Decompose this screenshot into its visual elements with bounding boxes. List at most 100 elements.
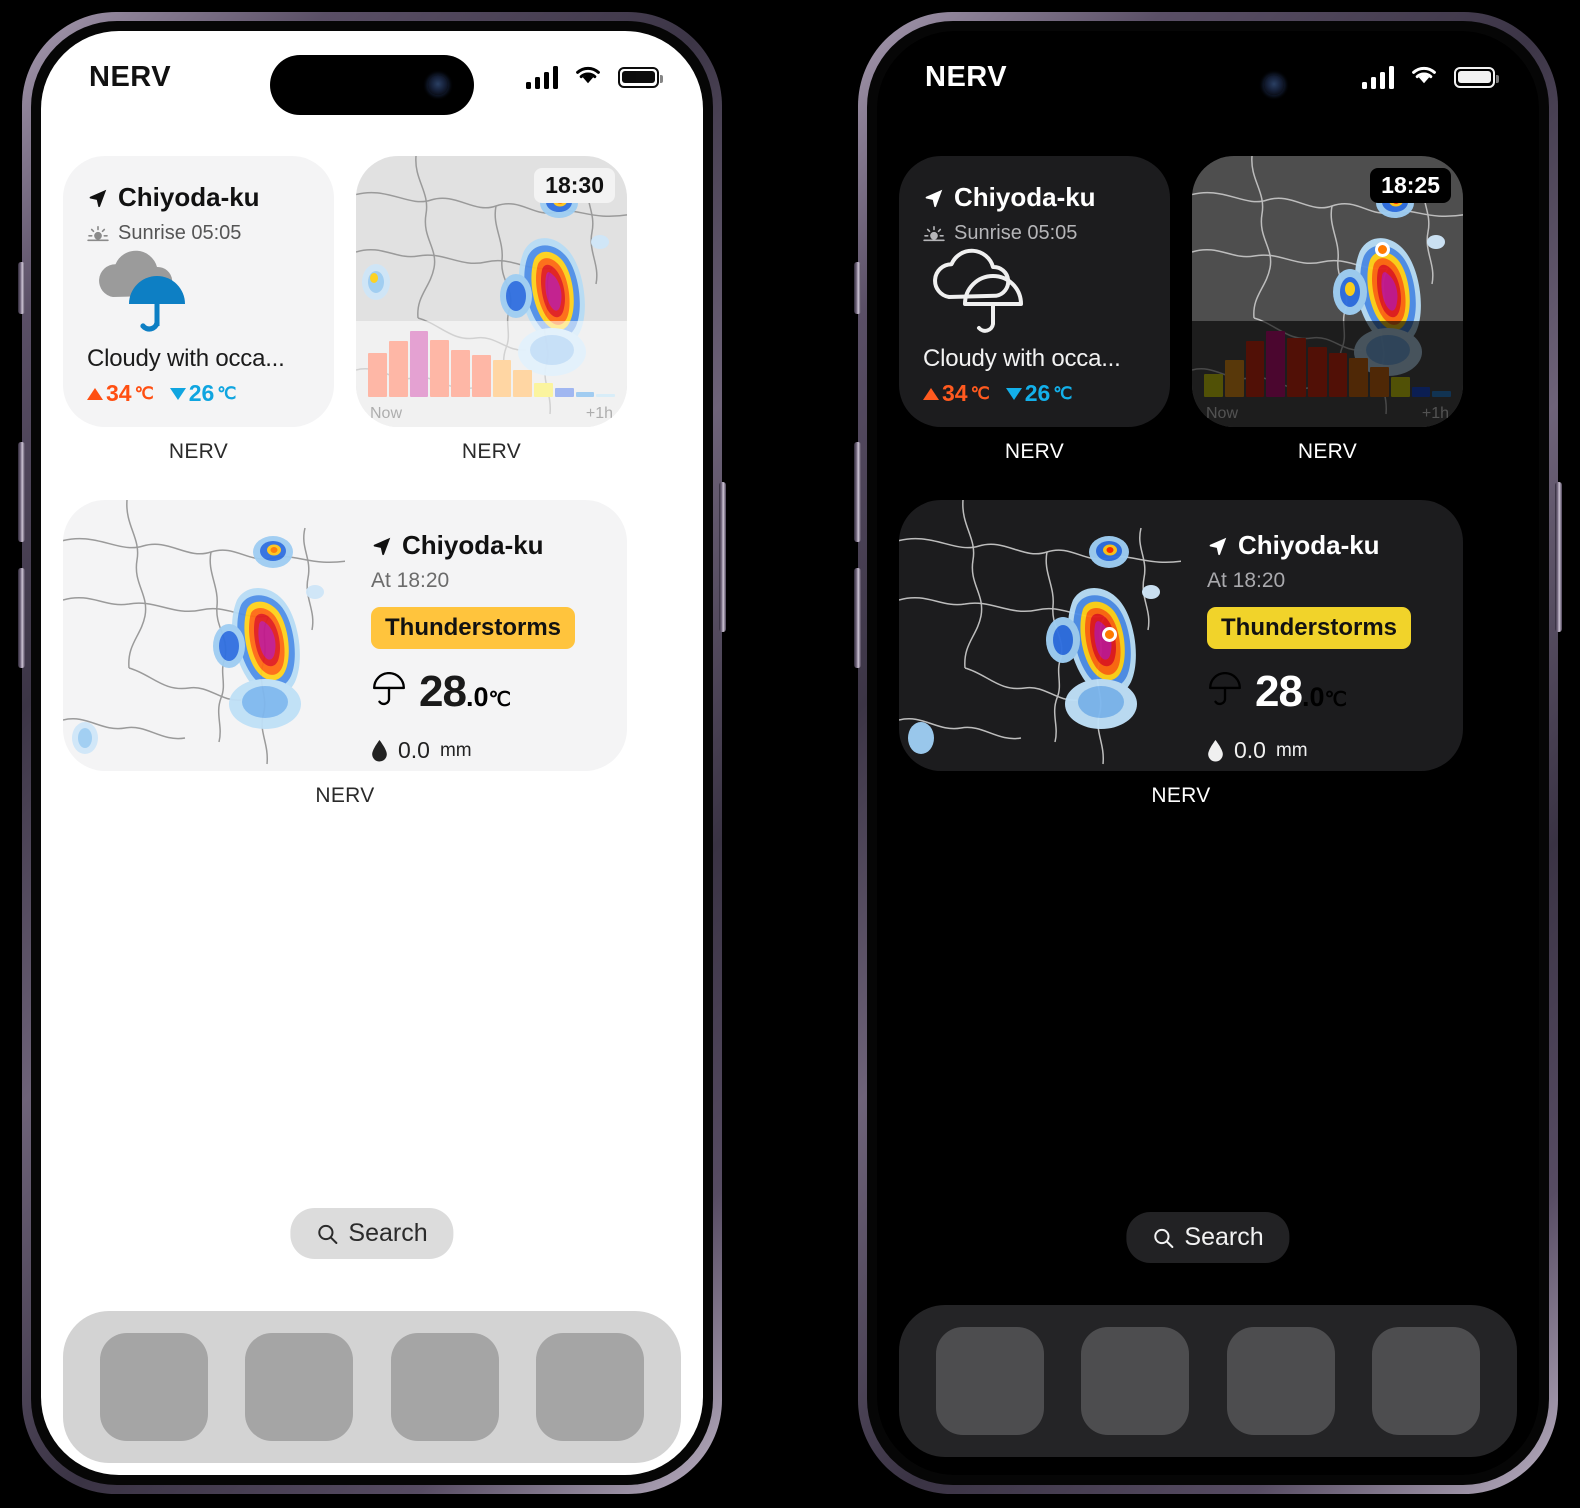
low-temperature: 26 ℃: [169, 380, 237, 407]
forecast-card[interactable]: Chiyoda-ku Sunrise 05:05 Cloudy with occ…: [63, 156, 334, 427]
dock-app-icon[interactable]: [1226, 1327, 1335, 1435]
temp-unit: ℃: [1324, 689, 1347, 711]
radar-card[interactable]: 18:30 Now +1h: [356, 156, 627, 427]
cloud-umbrella-outline-icon: [933, 248, 1023, 333]
widget-row-2-light: Chiyoda-ku At 18:20 Thunderstorms 28.0℃ …: [63, 500, 681, 808]
dynamic-island-dark: [1106, 55, 1310, 115]
detail-radar-map: [63, 500, 345, 771]
silent-switch-dark[interactable]: [854, 262, 861, 314]
volume-up-button-dark[interactable]: [854, 442, 861, 542]
radar-precipitation: [72, 536, 324, 754]
dock-app-icon[interactable]: [935, 1327, 1044, 1435]
widget-app-label: NERV: [168, 440, 229, 463]
status-bar-label: NERV: [89, 60, 172, 93]
phone-dark: NERV Chiyoda-ku Sunrise 05:05 Cloudy wit…: [854, 12, 1562, 1494]
sunrise-icon: [923, 225, 945, 241]
search-button-light[interactable]: Search: [290, 1208, 454, 1259]
precipitation-value: 0.0: [398, 737, 430, 763]
dock-app-icon[interactable]: [245, 1333, 354, 1441]
location-name: Chiyoda-ku: [954, 182, 1096, 212]
volume-down-button-light[interactable]: [18, 568, 25, 668]
dock-app-icon[interactable]: [1372, 1327, 1481, 1435]
widget-app-label: NERV: [1297, 440, 1358, 463]
widget-area-dark: Chiyoda-ku Sunrise 05:05 Cloudy with occ…: [877, 156, 1539, 808]
battery-icon: [618, 66, 663, 88]
low-temperature: 26 ℃: [1005, 380, 1072, 407]
widget-detail-light[interactable]: Chiyoda-ku At 18:20 Thunderstorms 28.0℃ …: [63, 500, 627, 808]
widget-radar-light[interactable]: 18:30 Now +1h NERV: [356, 156, 627, 464]
rainfall-chart-band: [356, 321, 627, 427]
raindrop-icon: [1208, 740, 1223, 762]
location-name: Chiyoda-ku: [1238, 530, 1380, 560]
widget-forecast-dark[interactable]: Chiyoda-ku Sunrise 05:05 Cloudy with occ…: [899, 156, 1170, 464]
volume-up-button-light[interactable]: [18, 442, 25, 542]
dock-dark: [899, 1305, 1517, 1457]
precipitation-unit: mm: [1275, 739, 1308, 761]
phone-light: NERV Chiyoda-ku Sunrise 05:05 Cloudy wit…: [18, 12, 726, 1494]
search-label: Search: [348, 1219, 428, 1247]
volume-down-button-dark[interactable]: [854, 568, 861, 668]
navigation-arrow-icon: [373, 537, 391, 555]
low-temp-value: 26: [188, 380, 215, 406]
silent-switch-light[interactable]: [18, 262, 25, 314]
widget-app-label: NERV: [1151, 784, 1211, 807]
front-camera-icon: [428, 75, 448, 95]
phone-bezel-light: NERV Chiyoda-ku Sunrise 05:05 Cloudy wit…: [31, 21, 713, 1485]
temp-integer: 28: [419, 667, 467, 716]
high-temp-unit: ℃: [134, 383, 154, 403]
precipitation-unit: mm: [439, 739, 472, 761]
precipitation-value: 0.0: [1234, 737, 1266, 763]
power-button-dark[interactable]: [1555, 482, 1562, 632]
observation-time: At 18:20: [1207, 569, 1286, 592]
navigation-arrow-icon: [1209, 537, 1227, 555]
signal-strength-icon: [525, 65, 558, 89]
observation-time: At 18:20: [371, 569, 450, 592]
widget-radar-dark[interactable]: 18:25 Now +1h NERV: [1192, 156, 1463, 464]
low-temp-unit: ℃: [217, 383, 237, 403]
high-temperature: 34 ℃: [923, 380, 990, 407]
widget-app-label: NERV: [315, 784, 375, 807]
dock-app-icon[interactable]: [1081, 1327, 1190, 1435]
dynamic-island-light: [270, 55, 474, 115]
forecast-card[interactable]: Chiyoda-ku Sunrise 05:05 Cloudy with occ…: [899, 156, 1170, 427]
navigation-arrow-icon: [925, 189, 943, 207]
cloud-umbrella-icon: [99, 250, 185, 332]
navigation-arrow-icon: [89, 189, 107, 207]
search-button-dark[interactable]: Search: [1126, 1212, 1290, 1263]
arrow-down-icon: [169, 387, 186, 400]
dock-app-icon[interactable]: [390, 1333, 499, 1441]
current-temperature: 28.0℃: [371, 667, 603, 717]
temperature-range: 34 ℃ 26 ℃: [87, 380, 310, 407]
location-row: Chiyoda-ku: [923, 182, 1146, 213]
detail-card[interactable]: Chiyoda-ku At 18:20 Thunderstorms 28.0℃ …: [63, 500, 627, 771]
widget-detail-dark[interactable]: Chiyoda-ku At 18:20 Thunderstorms 28.0℃ …: [899, 500, 1463, 808]
dock-light: [63, 1311, 681, 1463]
condition-description: Cloudy with occa...: [87, 345, 285, 372]
radar-timestamp: 18:25: [1370, 168, 1451, 203]
condition-icon-wrap: [87, 241, 310, 345]
radar-precipitation: [908, 536, 1160, 754]
search-icon: [1154, 1228, 1174, 1248]
low-temp-value: 26: [1024, 380, 1051, 406]
dock-app-icon[interactable]: [99, 1333, 208, 1441]
radar-card[interactable]: 18:25 Now +1h: [1192, 156, 1463, 427]
widget-forecast-light[interactable]: Chiyoda-ku Sunrise 05:05 Cloudy with occ…: [63, 156, 334, 464]
temp-decimal: .0: [465, 682, 489, 712]
precipitation-row: 0.0 mm: [371, 737, 603, 764]
umbrella-icon: [1209, 672, 1241, 706]
detail-card[interactable]: Chiyoda-ku At 18:20 Thunderstorms 28.0℃ …: [899, 500, 1463, 771]
phone-bezel-dark: NERV Chiyoda-ku Sunrise 05:05 Cloudy wit…: [867, 21, 1549, 1485]
signal-strength-icon: [1361, 65, 1394, 89]
umbrella-icon: [373, 672, 405, 706]
arrow-down-icon: [1005, 387, 1022, 400]
status-badge: Thunderstorms: [1207, 607, 1412, 649]
power-button-light[interactable]: [719, 482, 726, 632]
sunrise-icon: [87, 225, 109, 241]
temp-unit: ℃: [488, 689, 511, 711]
detail-radar-map: [899, 500, 1181, 771]
wifi-icon: [1409, 64, 1439, 91]
high-temp-unit: ℃: [970, 383, 990, 403]
dock-app-icon[interactable]: [536, 1333, 645, 1441]
location-row: Chiyoda-ku: [1207, 530, 1439, 561]
arrow-up-icon: [87, 387, 103, 400]
